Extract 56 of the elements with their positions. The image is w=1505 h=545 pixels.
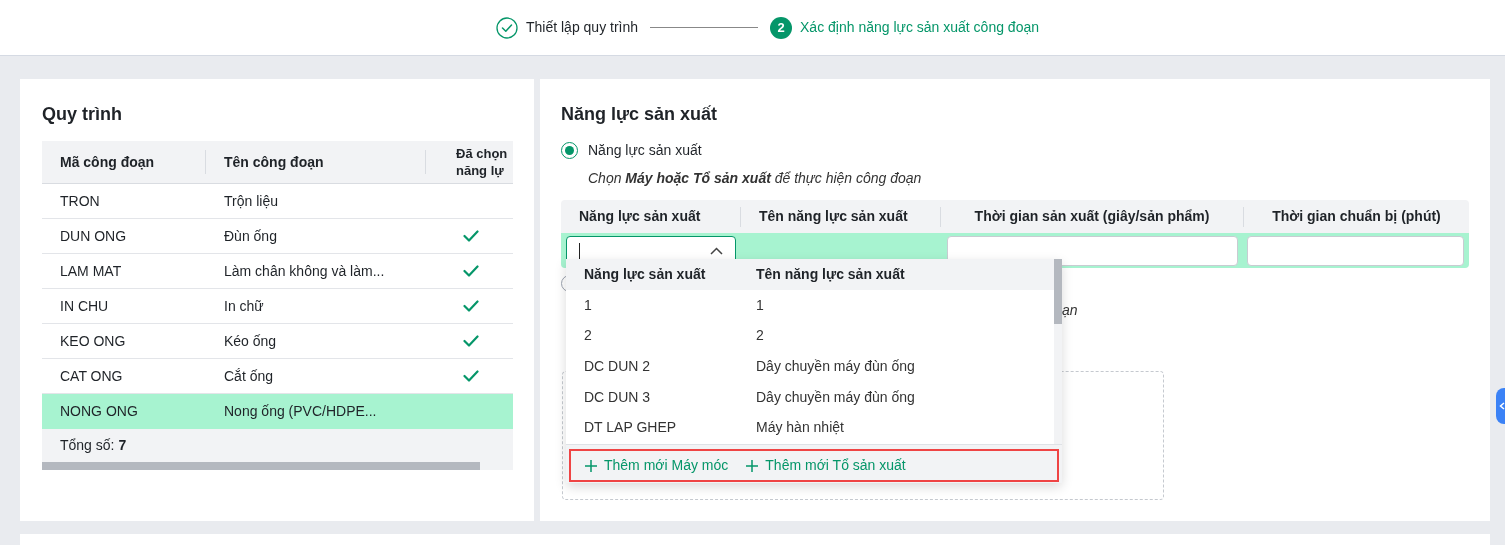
step-label[interactable]: Thiết lập quy trình [525, 17, 639, 38]
dropdown-option[interactable]: DC DUN 2 Dây chuyền máy đùn ống [566, 351, 1054, 382]
option-code: DT LAP GHEP [584, 419, 677, 436]
table-cell: In chữ [224, 297, 264, 314]
dropdown-option[interactable]: DC DUN 3 Dây chuyền máy đùn ống [566, 381, 1054, 413]
option-name: 2 [756, 327, 764, 344]
input-field[interactable] [1247, 235, 1464, 266]
option-code: DC DUN 3 [584, 388, 651, 405]
floating-button[interactable] [1496, 388, 1505, 424]
radio-label: Năng lực sản xuất [588, 141, 702, 160]
column-header: Tên năng lực sản xuất [756, 266, 905, 282]
table-cell: Trộn liệu [224, 192, 278, 209]
table-cell: CAT ONG [60, 367, 123, 384]
table-row[interactable]: NONG ONG Nong ống (PVC/HDPE... [42, 394, 513, 429]
table-cell: Nong ống (PVC/HDPE... [224, 403, 377, 419]
table-cell: LAM MAT [60, 262, 122, 279]
option-code: 2 [584, 327, 592, 344]
dropdown-option[interactable]: 2 2 [566, 320, 1054, 352]
chevron-up-icon [710, 246, 723, 255]
option-code: 1 [584, 296, 592, 313]
hint-text: Chọn Máy hoặc Tổ sản xuất để thực hiện công đoạn [588, 169, 922, 188]
total-count: Tổng số: 7 [60, 436, 127, 455]
option-code: DC DUN 2 [584, 358, 651, 374]
table-cell: KEO ONG [60, 332, 126, 349]
table-cell: Đùn ống [224, 227, 277, 244]
option-name: Dây chuyền máy đùn ống [756, 388, 915, 405]
dropdown-option[interactable]: 1 1 [566, 290, 1054, 321]
column-header: Mã công đoạn [60, 152, 155, 172]
dropdown-option[interactable]: DT LAP GHEP Máy hàn nhiệt [566, 412, 1054, 443]
scrollbar[interactable] [42, 462, 513, 470]
step-label[interactable]: Xác định năng lực sản xuất công đoạn [800, 17, 1039, 38]
column-header: Thời gian sản xuất (giây/sản phẩm) [974, 207, 1210, 226]
table-cell: TRON [60, 192, 100, 209]
plus-icon [746, 459, 759, 472]
table-cell: DUN ONG [60, 227, 127, 244]
option-name: Máy hàn nhiệt [756, 419, 844, 436]
column-header: Năng lực sản xuất [584, 266, 706, 282]
column-header: Đã chọn năng lự [456, 145, 509, 179]
input-field[interactable] [947, 235, 1238, 266]
table-cell: Cắt ống [224, 367, 274, 384]
plus-icon [585, 459, 597, 472]
option-name: Dây chuyền máy đùn ống [756, 358, 915, 374]
option-name: 1 [756, 296, 764, 313]
scrollbar[interactable] [1054, 259, 1062, 444]
table-cell: NONG ONG [60, 403, 138, 419]
hint-text: ạn [1062, 301, 1078, 320]
column-header: Năng lực sản xuất [579, 207, 701, 226]
step-number: 2 [770, 16, 793, 39]
table-cell: Kéo ống [224, 332, 277, 349]
column-header: Tên năng lực sản xuất [759, 207, 908, 226]
table-cell: IN CHU [60, 297, 109, 314]
column-header: Tên công đoạn [224, 152, 324, 172]
table-cell: Làm chân không và làm... [224, 262, 385, 279]
panel-title: Năng lực sản xuất [561, 103, 719, 126]
column-header: Thời gian chuẩn bị (phút) [1272, 207, 1441, 226]
panel-title: Quy trình [42, 103, 123, 126]
